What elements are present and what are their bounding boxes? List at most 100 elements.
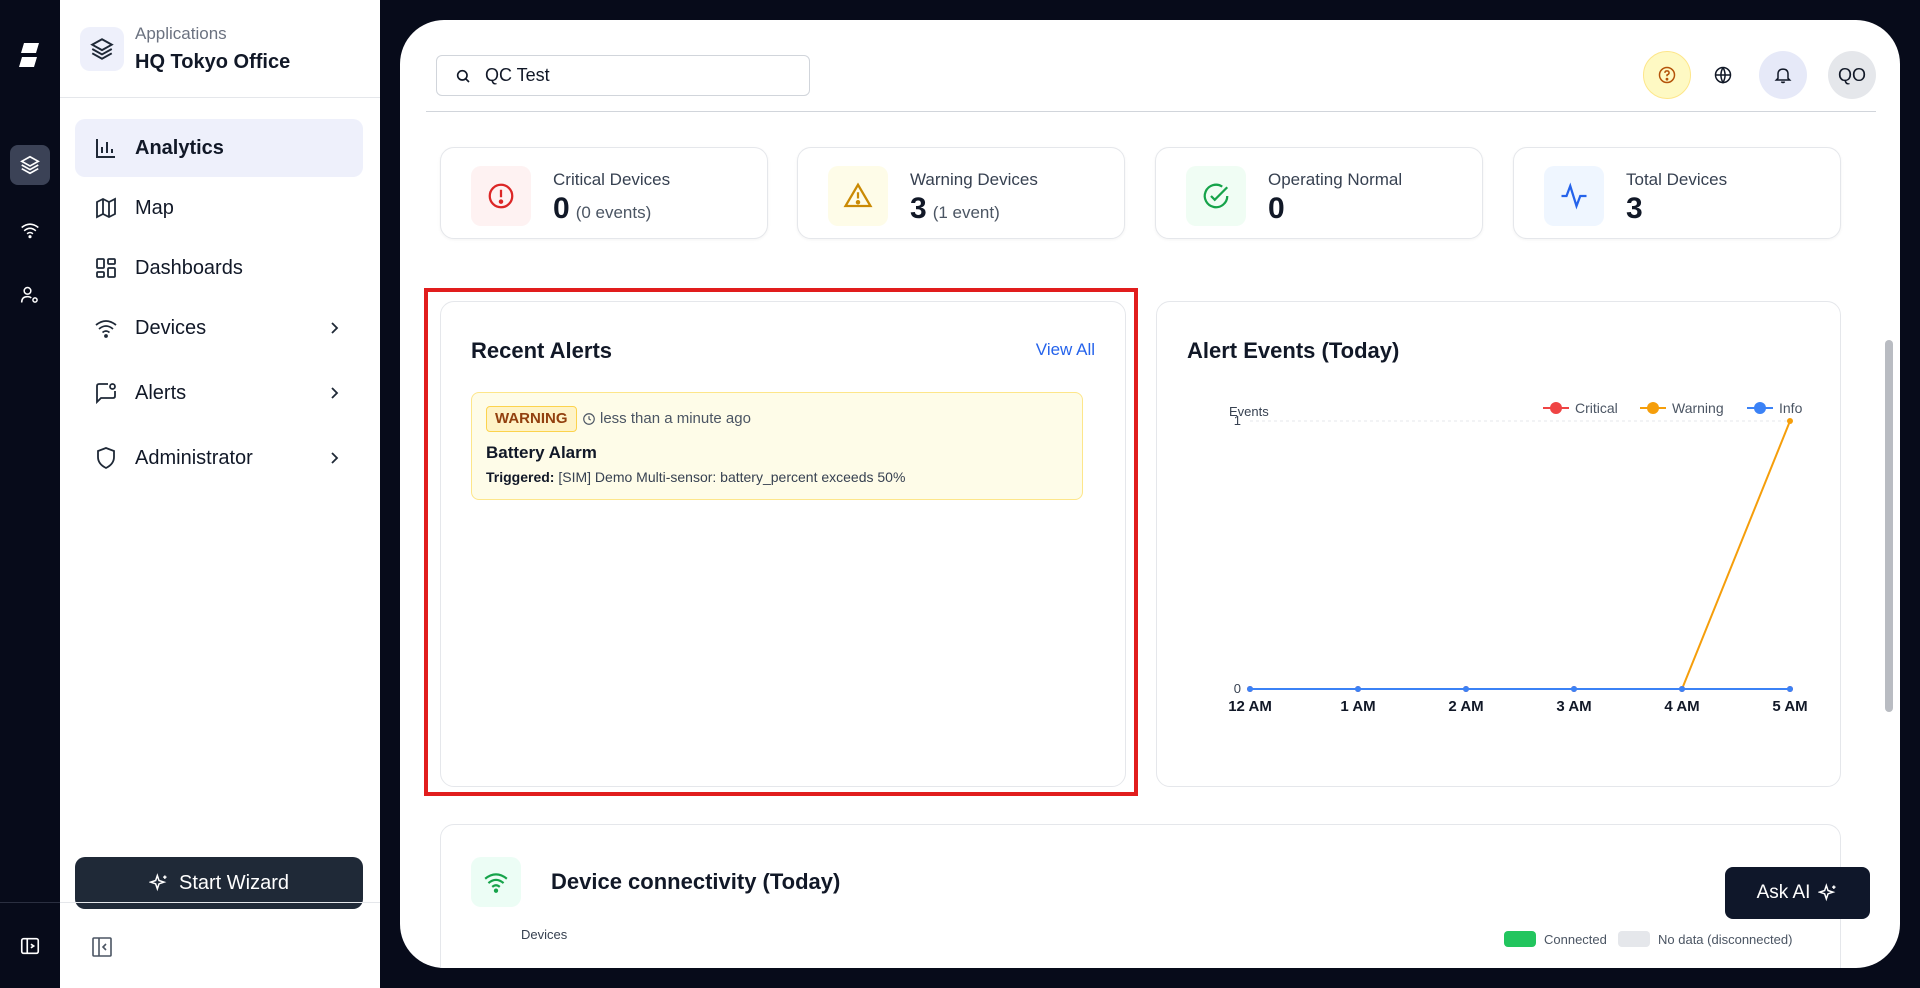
alert-events-chart: Events0112 AM 1 AM 2 AM 3 AM 4 AM 5 AMCritica… (1228, 400, 1807, 715)
user-initials: QO (1837, 64, 1866, 85)
stat-label: Warning Devices (910, 170, 1038, 189)
check-circle-icon (1186, 166, 1246, 226)
alert-circle-icon (471, 166, 531, 226)
page-scrollbar[interactable] (1882, 100, 1896, 960)
alert-item[interactable]: WARNING less than a minute ago Battery A… (471, 392, 1083, 500)
sidebar: Applications HQ Tokyo Office Analytics M… (60, 0, 380, 988)
chevron-right-icon (331, 322, 339, 334)
chevron-right-icon (331, 452, 339, 464)
notifications-button[interactable] (1759, 51, 1807, 99)
bell-icon (1774, 68, 1792, 84)
application-switcher[interactable]: Applications HQ Tokyo Office (60, 0, 380, 98)
x-tick-label: 1 AM (1340, 698, 1375, 715)
legend-swatch (1618, 931, 1650, 947)
stat-sub: (0 events) (575, 203, 652, 222)
collapse-sidebar-icon[interactable] (90, 935, 114, 959)
legend-marker (1647, 402, 1659, 414)
sidebar-item-alerts[interactable]: Alerts (75, 364, 363, 422)
message-alert-icon (93, 380, 119, 406)
shield-icon (93, 445, 119, 471)
stat-value: 0 (1268, 192, 1285, 225)
map-icon (93, 195, 119, 221)
rail-wifi-icon[interactable] (10, 210, 50, 250)
y-tick-label: 0 (1234, 681, 1241, 696)
globe-icon (1714, 66, 1732, 85)
application-name: HQ Tokyo Office (135, 51, 291, 73)
x-tick-label: 12 AM (1228, 698, 1272, 715)
icon-rail (0, 0, 60, 988)
stat-card-warning[interactable]: Warning Devices 3 (1 event) (797, 147, 1125, 239)
stat-value: 0 (0 events) (553, 192, 652, 225)
data-point-info (1571, 686, 1577, 692)
sidebar-item-map[interactable]: Map (75, 179, 363, 237)
x-tick-label: 2 AM (1448, 698, 1483, 715)
sidebar-item-label: Analytics (135, 136, 224, 159)
search-icon (456, 69, 470, 83)
rail-user-settings-icon[interactable] (10, 275, 50, 315)
legend-label: Info (1779, 400, 1803, 416)
dashboard-grid-icon (93, 255, 119, 281)
wifi-icon (471, 857, 521, 907)
stat-sub: (1 event) (932, 203, 1000, 222)
search-input[interactable] (485, 65, 785, 86)
sidebar-item-administrator[interactable]: Administrator (75, 429, 363, 487)
x-tick-label: 4 AM (1664, 698, 1699, 715)
data-point-info (1787, 686, 1793, 692)
series-line-warning (1250, 420, 1791, 690)
stat-value: 3 (1 event) (910, 192, 1000, 225)
chevron-right-icon (331, 387, 339, 399)
x-tick-label: 5 AM (1772, 698, 1807, 715)
sidebar-item-label: Dashboards (135, 256, 243, 279)
stat-card-critical[interactable]: Critical Devices 0 (0 events) (440, 147, 768, 239)
sidebar-item-dashboards[interactable]: Dashboards (75, 239, 363, 297)
recent-alerts-panel: Recent Alerts View All WARNING less than… (440, 301, 1126, 787)
sidebar-item-analytics[interactable]: Analytics (75, 119, 363, 177)
sidebar-item-label: Administrator (135, 446, 253, 469)
connectivity-panel: Device connectivity (Today) Devices Conn… (440, 824, 1841, 968)
legend-marker (1754, 402, 1766, 414)
data-point-info (1679, 686, 1685, 692)
help-circle-icon (1658, 66, 1676, 84)
legend-marker (1550, 402, 1562, 414)
wifi-icon (93, 315, 119, 341)
stat-card-total[interactable]: Total Devices 3 (1513, 147, 1841, 239)
y-tick-label: 1 (1234, 413, 1241, 428)
alert-name: Battery Alarm (486, 443, 597, 462)
main-content: QO Critical Devices 0(0 events) Warning … (400, 20, 1900, 968)
sidebar-item-label: Map (135, 196, 174, 219)
sidebar-divider (60, 902, 380, 903)
ask-ai-button[interactable]: Ask AI (1725, 867, 1870, 919)
sidebar-item-label: Devices (135, 316, 207, 339)
sparkle-icon (1818, 883, 1836, 902)
search-box[interactable] (436, 55, 810, 96)
help-button[interactable] (1643, 51, 1691, 99)
connectivity-title: Device connectivity (Today) (551, 869, 841, 894)
rail-divider (0, 902, 60, 903)
alert-time: less than a minute ago (582, 410, 751, 427)
connectivity-axis-label: Devices (521, 927, 568, 942)
view-all-link[interactable]: View All (1036, 340, 1095, 360)
application-label: Applications (135, 24, 227, 43)
sidebar-item-label: Alerts (135, 381, 187, 404)
rail-applications-icon[interactable] (10, 145, 50, 185)
sparkle-icon (148, 873, 167, 892)
user-avatar[interactable]: QO (1828, 51, 1876, 99)
stat-label: Operating Normal (1268, 170, 1403, 189)
recent-alerts-title: Recent Alerts (471, 338, 613, 363)
scrollbar-thumb[interactable] (1885, 340, 1893, 712)
x-tick-label: 3 AM (1556, 698, 1591, 715)
severity-badge: WARNING (486, 406, 577, 432)
stat-card-normal[interactable]: Operating Normal 0 (1155, 147, 1483, 239)
start-wizard-label: Start Wizard (178, 871, 290, 894)
rail-expand-icon[interactable] (10, 926, 50, 966)
brand-logo-icon (19, 43, 39, 67)
sidebar-item-devices[interactable]: Devices (75, 299, 363, 357)
legend-label: Warning (1672, 400, 1724, 416)
language-button[interactable] (1699, 51, 1747, 99)
bar-chart-icon (93, 135, 119, 161)
activity-icon (1544, 166, 1604, 226)
stat-label: Total Devices (1626, 170, 1728, 189)
clock-icon (583, 412, 595, 425)
alert-events-panel: Alert Events (Today) Events 0 1 12 AM 1 AM 2 … (1156, 301, 1841, 787)
data-point-info (1463, 686, 1469, 692)
